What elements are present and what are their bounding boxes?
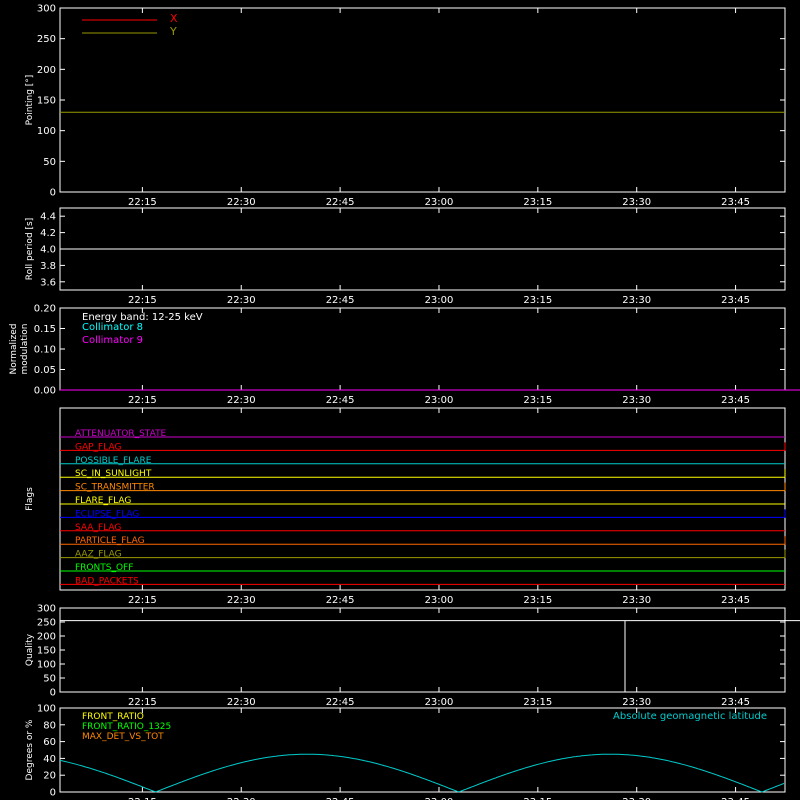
legend-label: Collimator 8 — [82, 322, 143, 333]
x-tick-label: 22:30 — [227, 697, 256, 708]
x-tick-label: 22:45 — [326, 697, 355, 708]
y-tick-label: 100 — [37, 704, 56, 715]
series-line-collimator-9 — [60, 389, 800, 391]
x-tick-label: 23:15 — [523, 395, 552, 406]
x-tick-label: 23:15 — [523, 295, 552, 306]
y-axis-label: Normalized — [9, 323, 19, 374]
series-line-quality — [60, 620, 800, 693]
x-tick-label: 22:15 — [128, 197, 157, 208]
y-tick-label: 60 — [43, 737, 56, 748]
chart-figure: 22:15 22:30 22:45 23:00 23:15 23:30 23:45 Point… — [0, 0, 800, 800]
y-tick-label: 0.05 — [34, 365, 56, 376]
y-tick-label: 50 — [43, 674, 56, 685]
legend-label: FRONT_RATIO — [82, 712, 144, 722]
y-axis-label: Degrees or % — [25, 719, 35, 780]
y-tick-label: 3.6 — [40, 277, 56, 288]
legend-label: MAX_DET_VS_TOT — [82, 732, 164, 742]
plot-frame — [59, 7, 786, 193]
x-tick-label: 23:30 — [622, 295, 651, 306]
y-axis-label: Flags — [25, 487, 35, 511]
y-axis-label: Pointing [°] — [25, 75, 35, 126]
x-tick-label: 22:45 — [326, 395, 355, 406]
x-tick-label: 23:15 — [523, 697, 552, 708]
y-tick-label: 200 — [37, 65, 56, 76]
x-tick-label: 23:00 — [425, 395, 454, 406]
x-tick-label: 23:45 — [721, 697, 750, 708]
series-line-collimator-8 — [60, 389, 800, 391]
x-tick-label: 22:30 — [227, 197, 256, 208]
x-tick-label: 23:45 — [721, 197, 750, 208]
y-tick-label: 50 — [43, 157, 56, 168]
y-tick-label: 80 — [43, 720, 56, 731]
y-tick-label: 0.20 — [34, 304, 56, 315]
y-tick-label: 0.15 — [34, 324, 56, 335]
y-tick-label: 150 — [37, 646, 56, 657]
x-tick-label: 23:30 — [622, 197, 651, 208]
x-tick-label: 22:45 — [326, 197, 355, 208]
y-tick-label: 200 — [37, 632, 56, 643]
x-tick-label: 23:15 — [523, 595, 552, 606]
y-tick-label: 0 — [50, 688, 56, 699]
x-tick-label: 22:15 — [128, 595, 157, 606]
y-tick-label: 150 — [37, 96, 56, 107]
x-tick-label: 23:00 — [425, 295, 454, 306]
legend-label: Y — [169, 25, 177, 38]
x-tick-label: 23:30 — [622, 697, 651, 708]
y-tick-label: 3.8 — [40, 261, 56, 272]
x-tick-label: 23:30 — [622, 395, 651, 406]
y-tick-label: 250 — [37, 618, 56, 629]
flag-line — [60, 469, 786, 478]
x-tick-label: 22:15 — [128, 295, 157, 306]
legend-label: Absolute geomagnetic latitude — [613, 711, 767, 722]
y-axis-label: Roll period [s] — [25, 218, 35, 280]
x-tick-label: 22:45 — [326, 595, 355, 606]
y-tick-label: 0.00 — [34, 386, 56, 397]
x-tick-label: 23:00 — [425, 595, 454, 606]
y-tick-label: 0.10 — [34, 345, 56, 356]
x-tick-label: 23:00 — [425, 197, 454, 208]
x-tick-label: 22:30 — [227, 295, 256, 306]
y-tick-label: 20 — [43, 771, 56, 782]
legend-label: X — [170, 12, 178, 25]
legend-label: Collimator 9 — [82, 335, 143, 346]
flag-line — [60, 536, 786, 545]
annotation: Energy band: 12-25 keV — [82, 312, 203, 323]
flag-line — [60, 509, 786, 518]
y-tick-label: 100 — [37, 660, 56, 671]
flag-line — [60, 549, 786, 559]
x-tick-label: 22:15 — [128, 395, 157, 406]
x-tick-label: 22:30 — [227, 395, 256, 406]
legend-label: FRONT_RATIO_1325 — [82, 722, 171, 732]
x-tick-label: 22:30 — [227, 595, 256, 606]
y-tick-label: 40 — [43, 754, 56, 765]
y-tick-label: 100 — [37, 126, 56, 137]
y-axis-label: modulation — [20, 324, 30, 375]
flag-line — [60, 482, 786, 492]
x-tick-label: 22:45 — [326, 295, 355, 306]
x-tick-label: 23:30 — [622, 595, 651, 606]
y-tick-label: 300 — [37, 4, 56, 15]
y-tick-label: 250 — [37, 34, 56, 45]
x-tick-label: 23:45 — [721, 295, 750, 306]
series-line-geomagnetic-latitude — [59, 753, 785, 793]
x-tick-label: 23:15 — [523, 197, 552, 208]
x-tick-label: 23:00 — [425, 697, 454, 708]
y-tick-label: 300 — [37, 604, 56, 615]
flag-line — [60, 442, 786, 451]
y-tick-label: 4.2 — [40, 228, 56, 239]
plot-frame — [59, 407, 786, 591]
y-tick-label: 0 — [50, 188, 56, 199]
x-tick-label: 23:45 — [721, 395, 750, 406]
x-tick-label: 22:15 — [128, 697, 157, 708]
y-tick-label: 4.0 — [40, 245, 56, 256]
y-axis-label: Quality — [25, 633, 35, 666]
x-tick-label: 23:45 — [721, 595, 750, 606]
multi-panel-plot: 22:15 22:30 22:45 23:00 23:15 23:30 23:45 Point… — [9, 4, 800, 800]
y-tick-label: 0 — [50, 788, 56, 799]
y-tick-label: 4.4 — [40, 212, 56, 223]
